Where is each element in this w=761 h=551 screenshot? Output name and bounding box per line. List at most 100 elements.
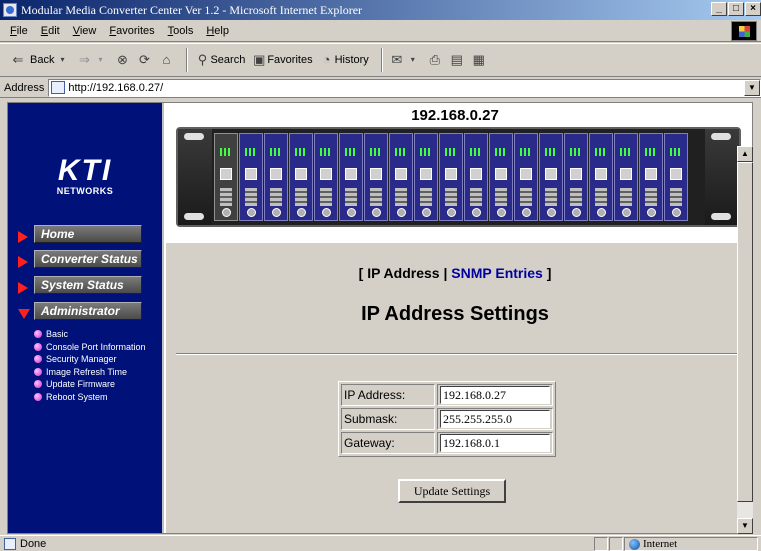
submenu-security-manager[interactable]: Security Manager [34, 353, 146, 366]
tab-snmp-entries[interactable]: SNMP Entries [451, 265, 543, 281]
tab-ip-address[interactable]: IP Address [367, 265, 439, 281]
mount-hole [711, 133, 731, 140]
menu-tools[interactable]: Tools [168, 25, 194, 37]
submenu-security-manager-label[interactable]: Security Manager [46, 354, 117, 364]
scroll-down-icon[interactable]: ▼ [737, 518, 753, 534]
submenu-console-port[interactable]: Console Port Information [34, 341, 146, 354]
back-button[interactable]: ⇐ Back ▾ [10, 52, 70, 68]
menu-view[interactable]: View [73, 25, 97, 37]
submenu-update-firmware[interactable]: Update Firmware [34, 378, 146, 391]
port-icon [295, 168, 307, 180]
ip-address-input[interactable]: 192.168.0.27 [440, 386, 550, 404]
port-icon [595, 168, 607, 180]
nav-home[interactable]: Home [18, 225, 154, 243]
close-button[interactable]: × [745, 2, 761, 16]
menu-bar: File Edit View Favorites Tools Help [0, 20, 761, 42]
converter-module[interactable] [514, 133, 538, 221]
maximize-button[interactable]: □ [728, 2, 744, 16]
refresh-button[interactable]: ⟳ [136, 52, 152, 68]
converter-module[interactable] [289, 133, 313, 221]
converter-module[interactable] [264, 133, 288, 221]
mail-dropdown-icon[interactable]: ▾ [405, 52, 421, 68]
converter-module[interactable] [389, 133, 413, 221]
scroll-thumb[interactable] [737, 162, 753, 502]
converter-module[interactable] [314, 133, 338, 221]
converter-module[interactable] [439, 133, 463, 221]
submenu-image-refresh[interactable]: Image Refresh Time [34, 366, 146, 379]
converter-module[interactable] [564, 133, 588, 221]
history-button[interactable]: ◔ History [319, 52, 369, 68]
port-icon [220, 168, 232, 180]
print-button[interactable]: ⎙ [427, 52, 443, 68]
bullet-icon [34, 330, 42, 339]
admin-submenu: Basic Console Port Information Security … [34, 328, 146, 403]
history-label: History [334, 54, 369, 66]
windows-logo-icon [731, 21, 757, 41]
menu-edit[interactable]: Edit [41, 25, 60, 37]
stop-button[interactable]: ⊗ [114, 52, 130, 68]
favorites-button[interactable]: ▣ Favorites [251, 52, 312, 68]
converter-module[interactable] [239, 133, 263, 221]
nav-system-status-label[interactable]: System Status [34, 276, 142, 294]
search-button[interactable]: ⚲ Search [194, 52, 246, 68]
gateway-cell: 192.168.0.1 [437, 432, 553, 454]
converter-module[interactable] [464, 133, 488, 221]
submenu-basic-label[interactable]: Basic [46, 329, 68, 339]
knob-icon [397, 208, 406, 217]
refresh-icon: ⟳ [139, 52, 150, 67]
converter-module[interactable] [489, 133, 513, 221]
nav-administrator[interactable]: Administrator [18, 302, 154, 320]
converter-module[interactable] [539, 133, 563, 221]
ip-settings-form: IP Address: 192.168.0.27 Submask: 255.25… [338, 381, 556, 457]
discuss-button[interactable]: ▦ [471, 52, 487, 68]
back-label: Back [30, 54, 55, 66]
window-title: Modular Media Converter Center Ver 1.2 -… [21, 2, 363, 17]
fiber-icon [220, 188, 232, 206]
title-bar[interactable]: Modular Media Converter Center Ver 1.2 -… [0, 0, 761, 20]
converter-module[interactable] [414, 133, 438, 221]
scroll-up-icon[interactable]: ▲ [737, 146, 753, 162]
submenu-update-firmware-label[interactable]: Update Firmware [46, 379, 115, 389]
back-arrow-icon: ⇐ [12, 52, 24, 67]
submenu-basic[interactable]: Basic [34, 328, 146, 341]
converter-module[interactable] [614, 133, 638, 221]
submenu-image-refresh-label[interactable]: Image Refresh Time [46, 367, 127, 377]
menu-file[interactable]: File [10, 25, 28, 37]
minimize-button[interactable]: _ [711, 2, 727, 16]
menu-help[interactable]: Help [206, 25, 229, 37]
knob-icon [247, 208, 256, 217]
divider [176, 353, 742, 355]
address-dropdown-icon[interactable]: ▼ [744, 79, 760, 96]
edit-button[interactable]: ▤ [449, 52, 465, 68]
gateway-input[interactable]: 192.168.0.1 [440, 434, 550, 452]
converter-module[interactable] [339, 133, 363, 221]
fiber-icon [320, 188, 332, 206]
nav-home-label[interactable]: Home [34, 225, 142, 243]
nav-administrator-label[interactable]: Administrator [34, 302, 142, 320]
fiber-icon [645, 188, 657, 206]
management-module[interactable] [214, 133, 238, 221]
back-dropdown-icon[interactable]: ▾ [54, 52, 70, 68]
home-button[interactable]: ⌂ [158, 52, 174, 68]
forward-button[interactable]: ⇒ ▾ [76, 52, 108, 68]
mail-button[interactable]: ✉ ▾ [389, 52, 421, 68]
submenu-console-port-label[interactable]: Console Port Information [46, 342, 146, 352]
nav-system-status[interactable]: System Status [18, 276, 154, 294]
converter-module[interactable] [364, 133, 388, 221]
converter-module[interactable] [664, 133, 688, 221]
vertical-scrollbar[interactable]: ▲ ▼ [737, 146, 753, 534]
knob-icon [622, 208, 631, 217]
forward-dropdown-icon[interactable]: ▾ [92, 52, 108, 68]
update-settings-button[interactable]: Update Settings [398, 479, 506, 503]
address-url[interactable]: http://192.168.0.27/ [68, 82, 163, 94]
submask-input[interactable]: 255.255.255.0 [440, 410, 550, 428]
converter-module[interactable] [589, 133, 613, 221]
address-input[interactable]: http://192.168.0.27/ ▼ [48, 78, 761, 97]
converter-module[interactable] [639, 133, 663, 221]
menu-favorites[interactable]: Favorites [109, 25, 154, 37]
nav-converter-status[interactable]: Converter Status [18, 250, 154, 268]
toolbar-separator [186, 48, 189, 72]
submenu-reboot-system-label[interactable]: Reboot System [46, 392, 108, 402]
submenu-reboot-system[interactable]: Reboot System [34, 391, 146, 404]
nav-converter-status-label[interactable]: Converter Status [34, 250, 142, 268]
